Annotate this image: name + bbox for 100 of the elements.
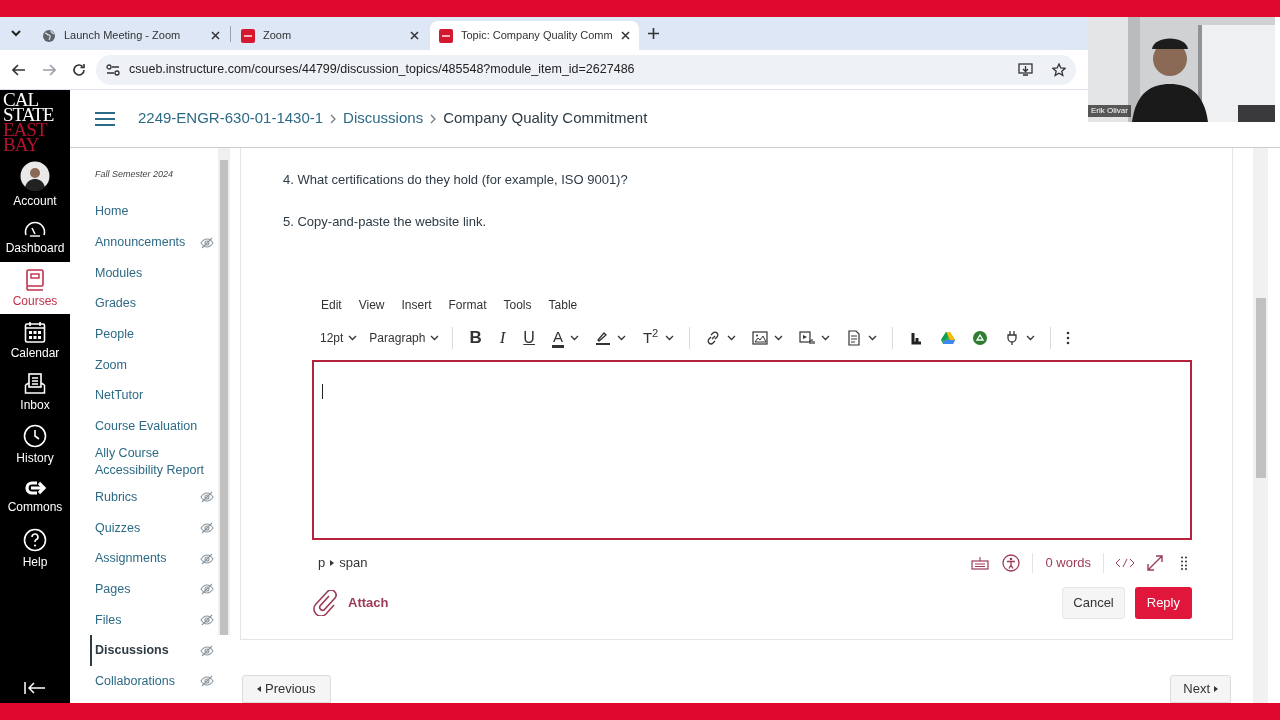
expand-icon[interactable] xyxy=(1146,554,1164,572)
course-nav-link[interactable]: Assignments xyxy=(95,550,167,568)
nav-item[interactable]: Account xyxy=(0,158,70,210)
course-nav-link[interactable]: Files xyxy=(95,611,122,629)
drag-handle-icon[interactable] xyxy=(1181,556,1187,570)
tab-list-icon[interactable] xyxy=(11,30,21,37)
toolbar-dropdown[interactable]: Paragraph xyxy=(363,325,446,351)
menu-icon[interactable] xyxy=(95,110,115,127)
close-icon[interactable] xyxy=(410,31,419,40)
toolbar-button[interactable]: B xyxy=(460,325,491,351)
address-bar[interactable]: csueb.instructure.com/courses/44799/discussion_topics/485548?module_item_id=2627486 xyxy=(96,54,1076,85)
menu-item[interactable]: Insert xyxy=(401,296,432,314)
previous-button[interactable]: Previous xyxy=(242,675,331,703)
browser-tab[interactable]: Launch Meeting - Zoom xyxy=(33,21,229,50)
menu-item[interactable]: Format xyxy=(448,296,487,314)
menu-item[interactable]: View xyxy=(358,296,385,314)
site-settings-icon xyxy=(106,63,120,76)
breadcrumb-link[interactable]: 2249-ENGR-630-01-1430-1 xyxy=(138,107,324,130)
close-icon[interactable] xyxy=(211,31,220,40)
paperclip-icon xyxy=(312,590,340,616)
breadcrumb-link[interactable]: Discussions xyxy=(343,107,424,130)
scrollbar[interactable] xyxy=(218,148,230,635)
tab-title: Zoom xyxy=(263,28,293,44)
course-nav-link[interactable]: Ally Course Accessibility Report xyxy=(95,445,214,479)
media-icon xyxy=(799,330,816,346)
reload-icon[interactable] xyxy=(72,62,86,77)
caret-icon xyxy=(348,335,358,341)
favicon-icon xyxy=(439,28,453,43)
nav-item[interactable]: Courses xyxy=(0,262,70,314)
bookmark-star-icon[interactable] xyxy=(1052,62,1066,77)
course-nav-link[interactable]: Rubrics xyxy=(95,488,138,506)
course-nav-link[interactable]: Home xyxy=(95,203,129,221)
next-button[interactable]: Next xyxy=(1170,675,1231,703)
text-editor[interactable] xyxy=(312,360,1192,540)
arrow-out-icon xyxy=(23,478,47,497)
toolbar-dropdown[interactable]: 12pt xyxy=(314,325,364,351)
code-icon[interactable] xyxy=(1115,558,1135,568)
element-path[interactable]: span xyxy=(339,553,368,573)
arrow-right-icon xyxy=(330,560,335,566)
course-nav-link[interactable]: Modules xyxy=(95,264,143,282)
chevron-icon xyxy=(430,113,437,124)
arrow-right-icon xyxy=(1214,686,1218,692)
collapse-icon[interactable] xyxy=(24,681,46,695)
inbox-icon xyxy=(24,372,46,395)
install-icon[interactable] xyxy=(1018,63,1033,76)
image-icon xyxy=(752,330,769,346)
nav-item[interactable]: History xyxy=(0,418,70,470)
word-count[interactable]: 0 words xyxy=(1045,553,1091,573)
avatar-icon xyxy=(20,160,50,191)
element-path[interactable]: p xyxy=(318,553,326,573)
text-cursor xyxy=(322,384,323,399)
close-icon[interactable] xyxy=(620,31,630,40)
more-icon xyxy=(1066,331,1071,345)
course-nav-link[interactable]: People xyxy=(95,326,134,344)
course-nav-link[interactable]: Collaborations xyxy=(95,672,175,690)
new-tab-icon[interactable] xyxy=(647,28,659,39)
menu-item[interactable]: Table xyxy=(548,296,578,314)
toolbar-button[interactable]: I xyxy=(490,325,515,351)
forward-icon[interactable] xyxy=(42,63,56,76)
document-icon xyxy=(846,330,863,346)
course-nav-link[interactable]: Grades xyxy=(95,295,136,313)
attach-link[interactable]: Attach xyxy=(312,590,389,616)
accessibility-icon[interactable] xyxy=(1002,554,1021,572)
course-nav-link[interactable]: Announcements xyxy=(95,234,186,252)
back-icon[interactable] xyxy=(12,63,26,76)
chevron-icon xyxy=(330,113,337,124)
logo-text: STATE xyxy=(3,107,55,122)
menu-item[interactable]: Edit xyxy=(321,296,342,314)
breadcrumb-current: Company Quality Commitment xyxy=(443,108,648,129)
nav-item[interactable]: Commons xyxy=(0,470,70,522)
reply-button[interactable]: Reply xyxy=(1134,587,1192,619)
tab-title: Launch Meeting - Zoom xyxy=(64,28,182,44)
scrollbar[interactable] xyxy=(1253,148,1268,703)
triangle-logo-icon xyxy=(940,330,957,346)
toolbar-button[interactable]: A xyxy=(543,325,587,351)
arrow-left-icon xyxy=(257,686,261,692)
nav-item[interactable]: Calendar xyxy=(0,314,70,366)
help-icon xyxy=(23,527,47,552)
toolbar-button[interactable]: U xyxy=(514,325,544,351)
keyboard-icon[interactable] xyxy=(971,556,990,570)
nav-item[interactable]: Help xyxy=(0,522,70,574)
logo-text: CAL xyxy=(3,92,38,107)
browser-tab[interactable]: Topic: Company Quality Comm xyxy=(430,21,639,50)
highlighter-icon xyxy=(594,330,611,346)
course-nav-link[interactable]: Pages xyxy=(95,580,131,598)
toolbar-button[interactable]: T$^{2}$ xyxy=(633,325,683,351)
nav-item[interactable]: Inbox xyxy=(0,366,70,418)
paragraph: 4. What certifications do they hold (for example, ISO 9001)? xyxy=(283,171,629,189)
participant-name: Erik Olivar xyxy=(1088,105,1131,117)
menu-item[interactable]: Tools xyxy=(503,296,532,314)
course-nav-link[interactable]: Quizzes xyxy=(95,519,141,537)
browser-tab[interactable]: Zoom xyxy=(232,21,428,50)
course-nav-link[interactable]: Course Evaluation xyxy=(95,418,198,436)
globe-icon xyxy=(42,28,56,43)
course-nav-link[interactable]: NetTutor xyxy=(95,387,144,405)
nav-item[interactable]: Dashboard xyxy=(0,210,70,262)
book-icon xyxy=(25,268,45,291)
cancel-button[interactable]: Cancel xyxy=(1062,587,1125,619)
course-nav-link[interactable]: Discussions xyxy=(95,642,169,660)
course-nav-link[interactable]: Zoom xyxy=(95,356,127,374)
